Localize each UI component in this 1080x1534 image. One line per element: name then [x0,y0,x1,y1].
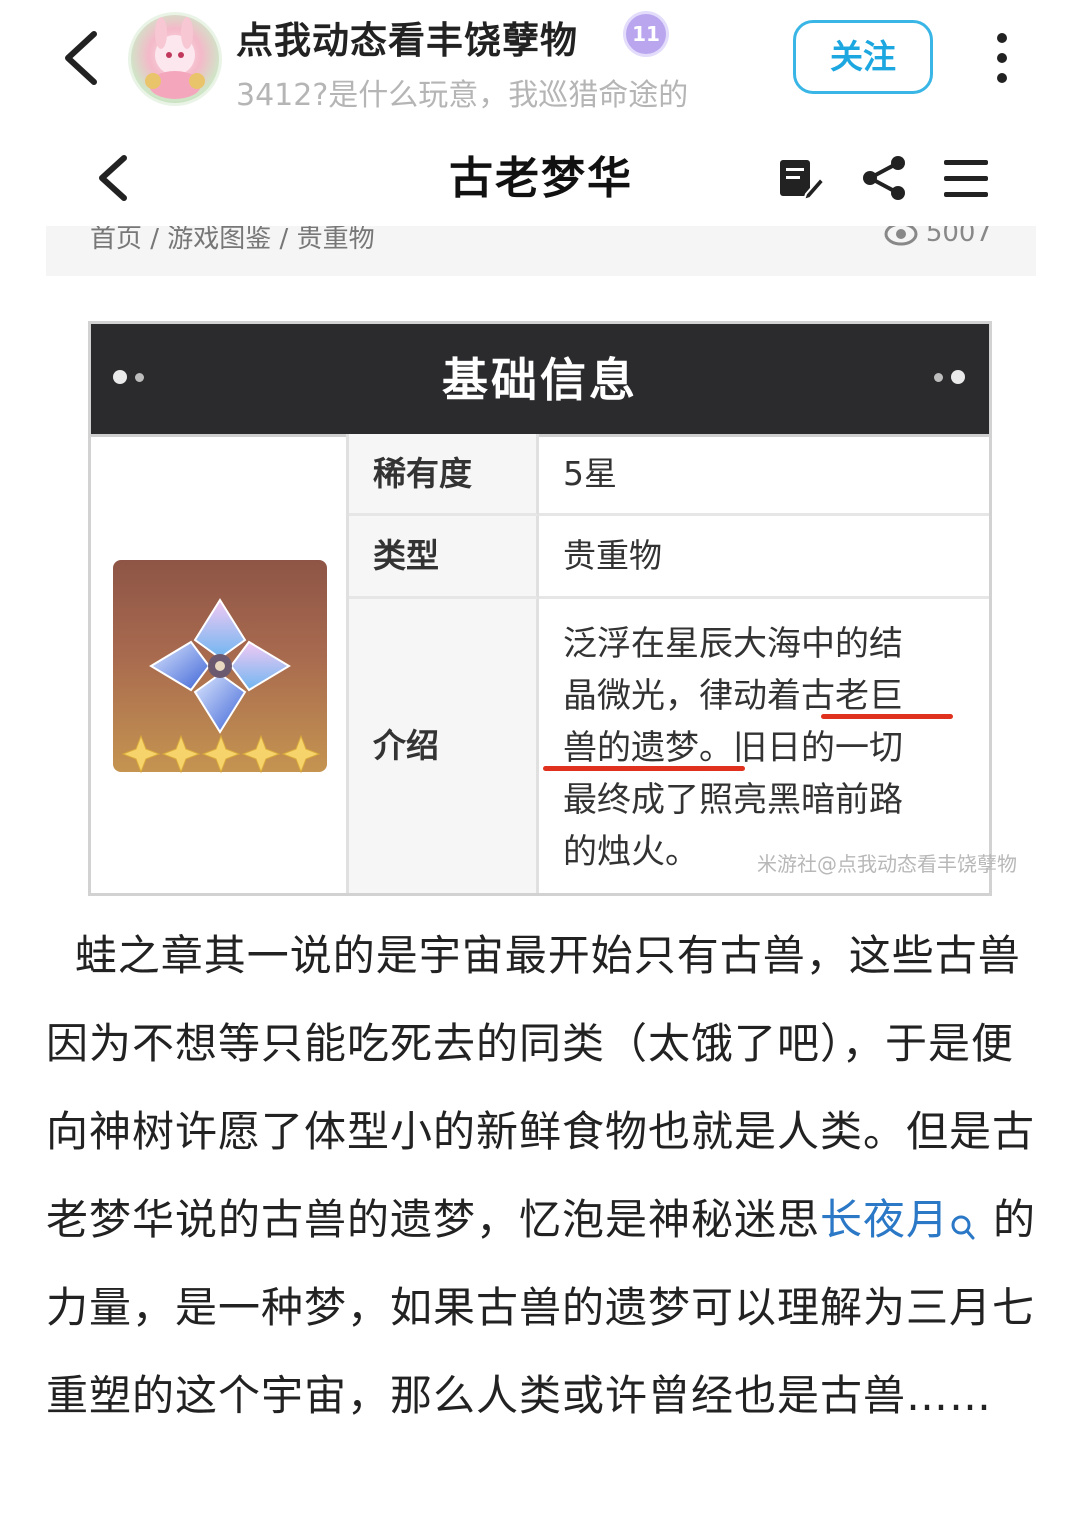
rarity-stars [121,734,321,774]
eye-icon [884,226,918,246]
rarity-value: 5星 [539,434,989,516]
author-avatar[interactable] [128,12,222,106]
item-image-cell [91,434,349,893]
card-header: 基础信息 [91,324,989,437]
card-title: 基础信息 [442,353,638,407]
topic-link[interactable]: 长夜月 [820,1195,949,1244]
menu-icon [942,154,990,202]
breadcrumb: 首页 / 游戏图鉴 / 贵重物 [90,226,375,254]
intro-line: 最终成了照亮黑暗前路 [563,780,903,820]
author-name[interactable]: 点我动态看丰饶孽物 [236,10,578,64]
intro-line: 泛浮在星辰大海中的结 [563,624,903,664]
breadcrumb-bar: 首页 / 游戏图鉴 / 贵重物 5007 [46,226,1036,276]
share-icon [860,154,908,202]
intro-text: 泛浮在星辰大海中的结 晶微光，律动着古老巨 兽的遗梦。旧日的一切 最终成了照亮黑… [563,618,963,878]
embedded-page-header: 古老梦华 [46,130,1036,226]
level-badge: 11 [626,14,666,54]
intro-label: 介绍 [349,599,539,893]
top-app-bar: 点我动态看丰饶孽物 11 3412?是什么玩意，我巡猎命途的 关注 [0,0,1080,120]
red-highlight-underline [821,714,953,719]
watermark: 米游社@点我动态看丰饶孽物 [757,852,1017,876]
edit-note-icon [776,154,826,202]
back-arrow-icon[interactable] [58,28,108,88]
red-highlight-underline [543,766,745,771]
rarity-label: 稀有度 [349,434,539,516]
view-count-value: 5007 [925,226,992,248]
post-body: 蛙之章其一说的是宇宙最开始只有古兽，这些古兽因为不想等只能吃死去的同类（太饿了吧… [46,912,1046,1440]
view-count: 5007 [884,226,992,248]
type-label: 类型 [349,516,539,599]
search-icon[interactable] [949,1186,975,1240]
more-options-icon[interactable] [984,28,1020,88]
header-dots-right [934,370,965,384]
basic-info-card: 基础信息 稀有度 5星 类型 贵重物 介绍 泛浮在星辰大海中的结 晶微光，律动着… [88,321,1017,896]
type-value: 贵重物 [539,516,989,599]
follow-button[interactable]: 关注 [793,20,933,94]
author-signature: 3412?是什么玩意，我巡猎命途的 [236,78,689,113]
